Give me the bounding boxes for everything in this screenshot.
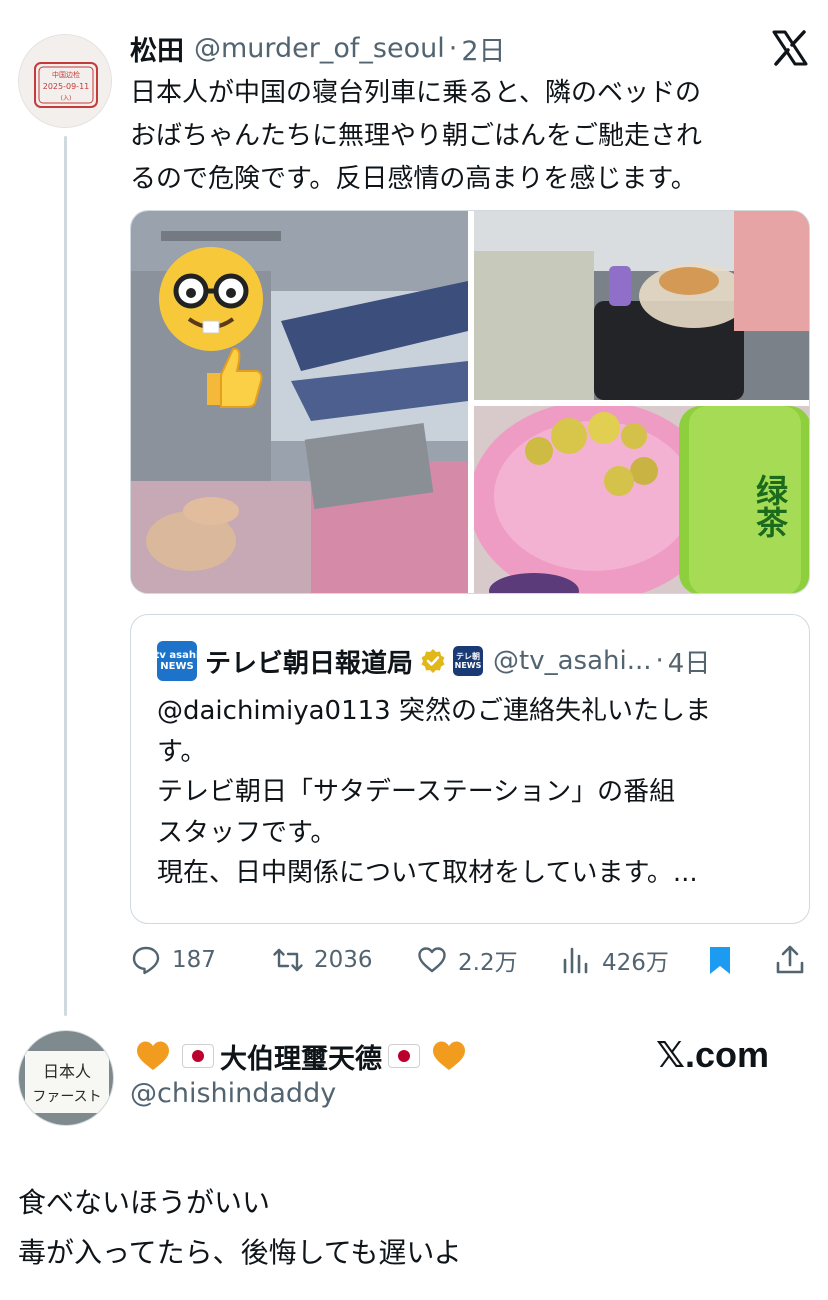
stamp-line-1: 中国边检 xyxy=(52,70,80,79)
reply-author-handle[interactable]: @chishindaddy xyxy=(130,1078,336,1109)
author-display-name[interactable]: 松田 xyxy=(130,29,184,68)
heart-icon xyxy=(418,947,446,973)
bookmark-button[interactable] xyxy=(704,940,736,980)
separator-dot: · xyxy=(448,32,458,64)
author-avatar[interactable]: 中国边检 2025-09-11 (入) xyxy=(18,34,112,128)
quoted-text-line: スタッフです。 xyxy=(157,817,337,848)
affiliate-badge-line: NEWS xyxy=(454,661,482,670)
view-count: 426万 xyxy=(602,950,669,976)
quoted-tweet-text: @daichimiya0113 突然のご連絡失礼いたしま す。 テレビ朝日「サタ… xyxy=(157,691,797,894)
reply-count: 187 xyxy=(172,947,216,973)
tv-asahi-logo-line: tv asahi xyxy=(154,650,200,661)
share-button[interactable] xyxy=(774,940,806,980)
orange-heart-emoji-icon xyxy=(137,1041,169,1070)
reply-author-display-name[interactable]: 大伯理璽天德 xyxy=(220,1037,382,1076)
like-button[interactable]: 2.2万 xyxy=(416,940,518,980)
reply-text-line: 毒が入ってたら、後悔しても遅いよ xyxy=(18,1236,462,1269)
sign-image: 日本人 ファースト xyxy=(19,1031,113,1125)
retweet-button[interactable]: 2036 xyxy=(272,940,373,980)
tweet-header: 松田 @murder_of_seoul · 2日 xyxy=(130,29,506,68)
bookmark-filled-icon xyxy=(710,947,730,974)
gold-verified-badge-icon xyxy=(421,649,445,673)
quoted-author-name[interactable]: テレビ朝日報道局 xyxy=(205,643,413,680)
quoted-text-line: す。 xyxy=(157,736,207,767)
affiliate-badge-line: テレ朝 xyxy=(456,652,481,661)
thumbs-up-emoji-icon xyxy=(207,347,263,408)
passport-stamp-image: 中国边检 2025-09-11 (入) xyxy=(19,35,111,127)
stamp-line-2: 2025-09-11 xyxy=(43,82,90,91)
green-tea-label: 绿茶 xyxy=(751,474,789,538)
tweet-timestamp[interactable]: 2日 xyxy=(461,29,505,68)
reply-text: 食べないほうがいい 毒が入ってたら、後悔しても遅いよ xyxy=(18,1178,808,1278)
reply-button[interactable]: 187 xyxy=(130,940,216,980)
sign-line-1: 日本人 xyxy=(43,1062,91,1081)
quoted-tweet-card[interactable]: tv asahi NEWS テレビ朝日報道局 テレ朝 NEWS @tv_asah… xyxy=(130,614,810,924)
tweet-text-line: るので危険です。反日感情の高まりを感じます。 xyxy=(130,164,697,194)
reply-author-avatar[interactable]: 日本人 ファースト xyxy=(18,1030,114,1126)
affiliate-badge: テレ朝 NEWS xyxy=(453,646,484,676)
quoted-text-line: @daichimiya0113 突然のご連絡失礼いたしま xyxy=(157,696,711,726)
x-logo-icon xyxy=(772,30,808,66)
retweet-icon xyxy=(273,948,303,972)
tweet-text-line: 日本人が中国の寝台列車に乗ると、隣のベッドの xyxy=(130,78,701,108)
quoted-author-handle[interactable]: @tv_asahi... xyxy=(493,646,652,676)
japan-flag-emoji-icon xyxy=(388,1044,420,1068)
stamp-line-3: (入) xyxy=(61,95,72,102)
quoted-tweet-header: tv asahi NEWS テレビ朝日報道局 テレ朝 NEWS @tv_asah… xyxy=(154,641,711,681)
photo-food-on-suitcase[interactable] xyxy=(474,211,809,400)
like-count: 2.2万 xyxy=(458,950,518,976)
japan-flag-emoji-icon xyxy=(182,1044,214,1068)
reply-text-line: 食べないほうがいい xyxy=(18,1186,271,1219)
photo-fruit-bowl-green-tea[interactable]: 绿茶 xyxy=(474,406,809,593)
tv-asahi-logo-line: NEWS xyxy=(160,661,194,672)
tweet-text: 日本人が中国の寝台列車に乗ると、隣のベッドの おばちゃんたちに無理やり朝ごはんを… xyxy=(130,72,810,201)
retweet-count: 2036 xyxy=(314,947,373,973)
reply-author-name-row[interactable]: 大伯理璽天德 xyxy=(130,1036,472,1076)
thread-line xyxy=(64,136,67,1016)
quoted-author-avatar[interactable]: tv asahi NEWS xyxy=(154,641,200,681)
analytics-icon xyxy=(563,947,588,974)
reply-icon xyxy=(132,946,160,975)
tweet-action-bar: 187 2036 2.2万 426万 xyxy=(130,940,810,980)
author-handle[interactable]: @murder_of_seoul xyxy=(194,33,445,64)
photo-grid: 绿茶 xyxy=(130,210,810,594)
quoted-tweet-timestamp[interactable]: 4日 xyxy=(668,643,711,680)
separator-dot: · xyxy=(655,646,664,676)
orange-heart-emoji-icon xyxy=(433,1041,465,1070)
photo-train-berth[interactable] xyxy=(131,211,468,593)
tweet-text-line: おばちゃんたちに無理やり朝ごはんをご馳走され xyxy=(130,121,703,151)
views-button[interactable]: 426万 xyxy=(560,940,669,980)
share-icon xyxy=(776,945,804,974)
quoted-text-line: 現在、日中関係について取材をしています。... xyxy=(157,858,698,888)
sign-line-2: ファースト xyxy=(32,1089,101,1105)
x-com-watermark: 𝕏.com xyxy=(656,1034,770,1075)
quoted-text-line: テレビ朝日「サタデーステーション」の番組 xyxy=(157,777,676,807)
